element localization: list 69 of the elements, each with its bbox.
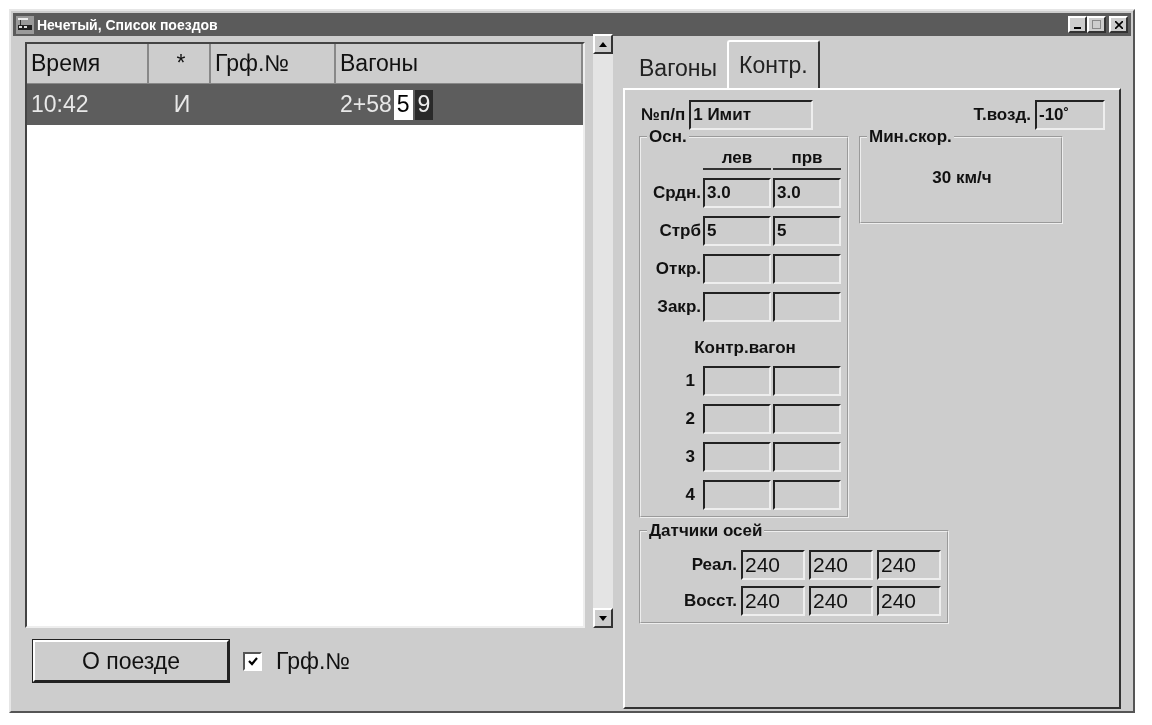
section-label: Контр.вагон (693, 338, 797, 358)
checkmark-icon (247, 656, 258, 666)
table-cell-text: И (172, 90, 192, 119)
column-header[interactable]: Вагоны (336, 44, 583, 84)
input-field[interactable] (703, 292, 771, 322)
input-field[interactable] (773, 254, 841, 284)
input-field[interactable]: 5 (773, 216, 841, 246)
input-field[interactable] (703, 366, 771, 396)
window-title: Нечетый, Список поездов (37, 16, 219, 33)
row-label: 4 (684, 485, 696, 505)
field-label: №п/п (641, 105, 686, 125)
row-label: Срдн. (651, 183, 701, 203)
train-info-button[interactable]: О поезде (33, 640, 229, 682)
temperature-field[interactable]: -10˚ (1035, 100, 1105, 130)
input-field[interactable]: 5 (703, 216, 771, 246)
table-cell-text: 10:42 (30, 90, 90, 119)
input-field[interactable]: 240 (809, 550, 873, 580)
minimize-icon (1074, 27, 1081, 29)
tab[interactable]: Контр. (727, 40, 820, 88)
column-label: лев (703, 148, 771, 170)
input-field[interactable]: 3.0 (773, 178, 841, 208)
number-field[interactable]: 1 Имит (689, 100, 814, 130)
input-field[interactable]: 240 (741, 550, 805, 580)
close-icon (1114, 20, 1123, 29)
table-cell: 2+58 (340, 91, 392, 118)
input-field[interactable] (703, 480, 771, 510)
input-field[interactable]: 240 (877, 550, 941, 580)
input-field[interactable]: 240 (809, 586, 873, 616)
input-field[interactable] (773, 292, 841, 322)
minimize-button[interactable] (1068, 16, 1087, 33)
input-field[interactable] (773, 404, 841, 434)
group-title: Мин.скор. (867, 127, 954, 147)
input-field[interactable]: 240 (877, 586, 941, 616)
row-label: Закр. (656, 297, 701, 317)
row-label: Откр. (654, 259, 701, 279)
wagon-count: 5 (393, 89, 413, 120)
close-button[interactable] (1109, 16, 1128, 33)
row-label: Стрб (658, 221, 701, 241)
input-field[interactable] (773, 480, 841, 510)
input-field[interactable]: 3.0 (703, 178, 771, 208)
input-field[interactable] (703, 404, 771, 434)
row-label: 3 (684, 447, 696, 467)
column-header[interactable]: Грф.№ (211, 44, 336, 84)
input-field[interactable] (773, 366, 841, 396)
input-field[interactable] (703, 442, 771, 472)
scroll-up-button[interactable] (593, 34, 613, 54)
row-label: 2 (684, 409, 696, 429)
checkbox-label[interactable]: Грф.№ (276, 647, 350, 675)
input-field[interactable] (703, 254, 771, 284)
list-row[interactable]: 10:42 И 2+58 5 9 (27, 84, 583, 125)
column-label: прв (773, 148, 841, 170)
input-field[interactable]: 240 (741, 586, 805, 616)
group-title: Датчики осей (647, 521, 765, 541)
column-header[interactable]: * (149, 44, 211, 84)
checkbox[interactable] (243, 651, 262, 671)
row-label: Реал. (690, 555, 737, 575)
down-arrow-icon (599, 615, 607, 621)
wagon-count: 9 (414, 89, 434, 120)
row-label: 1 (684, 371, 696, 391)
row-label: Восст. (683, 591, 737, 611)
scroll-down-button[interactable] (593, 608, 613, 628)
speed-value: 30 км/ч (932, 168, 992, 189)
maximize-icon (1092, 20, 1101, 29)
input-field[interactable] (773, 442, 841, 472)
up-arrow-icon (599, 41, 607, 47)
maximize-button[interactable] (1087, 16, 1106, 33)
column-header[interactable]: Время (27, 44, 149, 84)
scrollbar[interactable] (593, 34, 613, 628)
field-label: Т.возд. (973, 105, 1031, 125)
